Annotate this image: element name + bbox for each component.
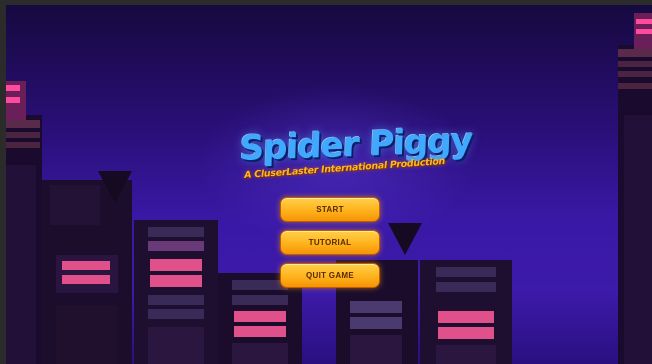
game-viewport: Spider Piggy A CluserLaster Internationa…	[6, 5, 652, 364]
left-edge-tower	[6, 81, 42, 364]
building-b	[134, 220, 218, 364]
right-edge-tower	[618, 13, 652, 364]
tutorial-button[interactable]: TUTORIAL	[280, 230, 380, 255]
game-logo: Spider Piggy A CluserLaster Internationa…	[236, 121, 473, 193]
building-a	[42, 180, 132, 364]
building-e	[420, 260, 512, 364]
quit-game-button[interactable]: QUIT GAME	[280, 263, 380, 288]
start-button[interactable]: START	[280, 197, 380, 222]
antenna-spike-right	[388, 223, 422, 255]
